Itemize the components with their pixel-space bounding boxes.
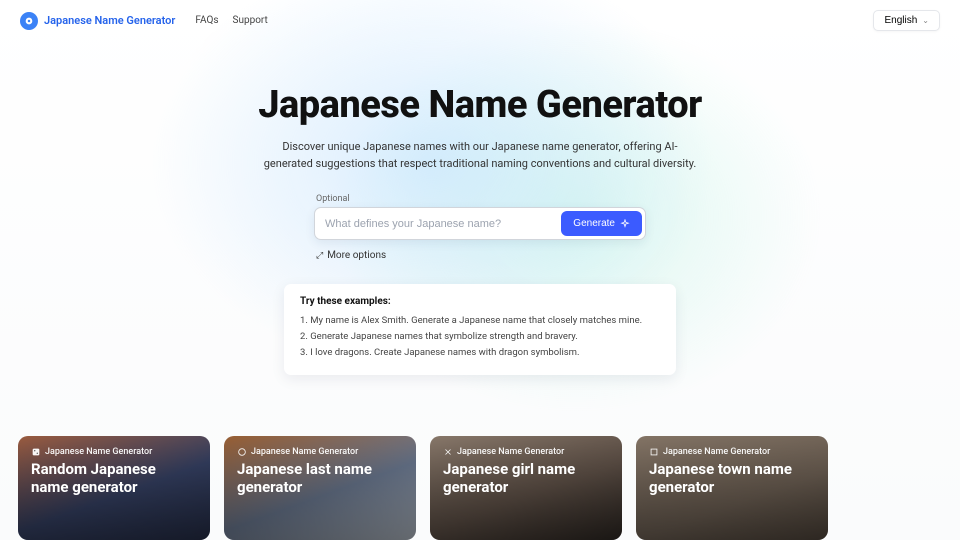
related-generators-row: Japanese Name Generator Random Japanese … bbox=[0, 436, 960, 540]
example-item[interactable]: 1. My name is Alex Smith. Generate a Jap… bbox=[300, 313, 660, 329]
card-brand-label: Japanese Name Generator bbox=[457, 447, 564, 457]
generator-card-random[interactable]: Japanese Name Generator Random Japanese … bbox=[18, 436, 210, 540]
example-item[interactable]: 3. I love dragons. Create Japanese names… bbox=[300, 345, 660, 361]
nav-link-faqs[interactable]: FAQs bbox=[195, 15, 218, 26]
card-brand: Japanese Name Generator bbox=[649, 447, 815, 457]
more-options-label: More options bbox=[327, 250, 386, 261]
page-title: Japanese Name Generator bbox=[0, 83, 960, 127]
square-icon bbox=[649, 447, 659, 457]
card-brand: Japanese Name Generator bbox=[443, 447, 609, 457]
generator-card-town[interactable]: Japanese Name Generator Japanese town na… bbox=[636, 436, 828, 540]
nav-links: FAQs Support bbox=[195, 15, 268, 26]
card-brand-label: Japanese Name Generator bbox=[251, 447, 358, 457]
hero: Japanese Name Generator Discover unique … bbox=[0, 41, 960, 375]
card-title: Random Japanese name generator bbox=[31, 460, 197, 496]
generate-button-label: Generate bbox=[573, 218, 615, 229]
card-brand: Japanese Name Generator bbox=[237, 447, 403, 457]
language-label: English bbox=[884, 15, 917, 26]
generate-button[interactable]: Generate bbox=[561, 211, 642, 236]
optional-label: Optional bbox=[316, 194, 646, 204]
prompt-input-row: Generate bbox=[314, 207, 646, 240]
logo-text: Japanese Name Generator bbox=[44, 14, 175, 27]
page-subtitle: Discover unique Japanese names with our … bbox=[260, 139, 700, 172]
top-nav: Japanese Name Generator FAQs Support Eng… bbox=[0, 0, 960, 41]
generator-form: Optional Generate ⤢ More options bbox=[314, 194, 646, 262]
example-item[interactable]: 2. Generate Japanese names that symboliz… bbox=[300, 329, 660, 345]
card-brand-label: Japanese Name Generator bbox=[663, 447, 770, 457]
examples-card: Try these examples: 1. My name is Alex S… bbox=[284, 284, 676, 375]
card-title: Japanese girl name generator bbox=[443, 460, 609, 496]
generator-card-last-name[interactable]: Japanese Name Generator Japanese last na… bbox=[224, 436, 416, 540]
card-brand-label: Japanese Name Generator bbox=[45, 447, 152, 457]
chevron-down-icon: ⌄ bbox=[922, 16, 929, 25]
sparkle-icon bbox=[620, 219, 630, 229]
card-title: Japanese last name generator bbox=[237, 460, 403, 496]
logo-icon bbox=[20, 12, 38, 30]
cross-icon bbox=[443, 447, 453, 457]
more-options-toggle[interactable]: ⤢ More options bbox=[316, 250, 386, 261]
nav-link-support[interactable]: Support bbox=[233, 15, 268, 26]
expand-icon: ⤢ bbox=[316, 251, 323, 261]
dice-icon bbox=[31, 447, 41, 457]
logo[interactable]: Japanese Name Generator bbox=[20, 12, 175, 30]
generator-card-girl[interactable]: Japanese Name Generator Japanese girl na… bbox=[430, 436, 622, 540]
language-selector[interactable]: English ⌄ bbox=[873, 10, 940, 31]
circle-icon bbox=[237, 447, 247, 457]
prompt-input[interactable] bbox=[325, 218, 561, 230]
examples-heading: Try these examples: bbox=[300, 296, 660, 307]
card-brand: Japanese Name Generator bbox=[31, 447, 197, 457]
card-title: Japanese town name generator bbox=[649, 460, 815, 496]
